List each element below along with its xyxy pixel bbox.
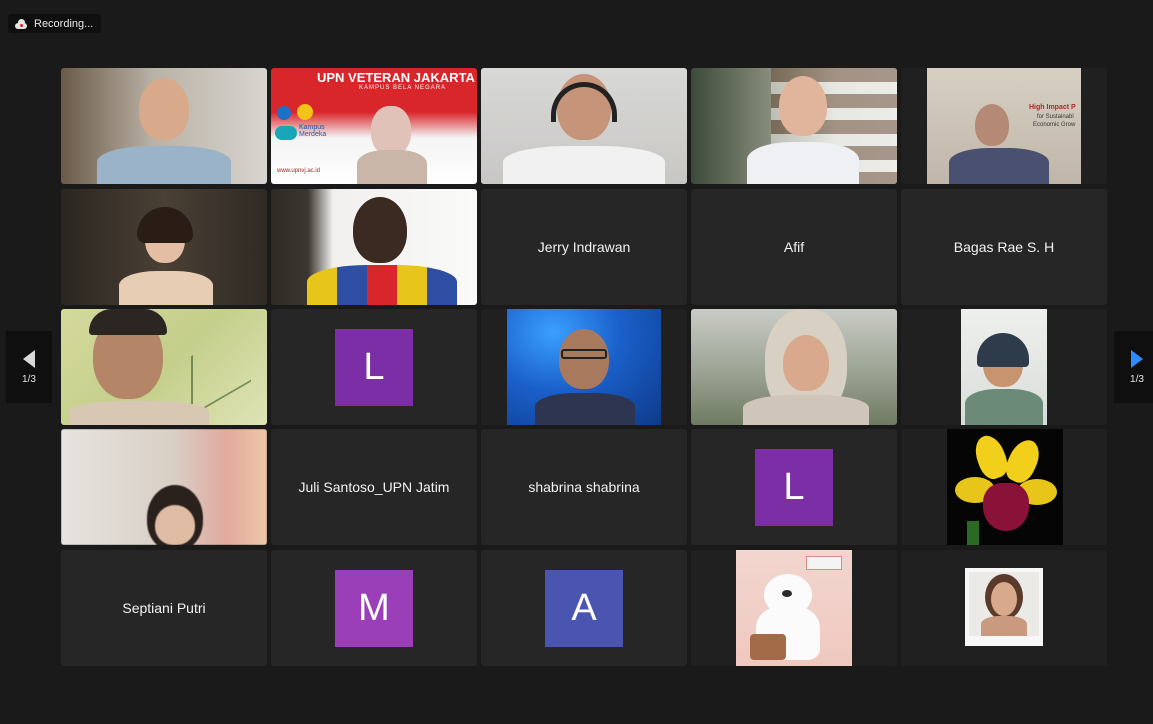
avatar: A xyxy=(545,569,623,647)
banner-title: UPN VETERAN JAKARTA xyxy=(317,70,475,85)
video-tile[interactable]: High Impact P for Sustainabl Economic Gr… xyxy=(901,68,1107,184)
participant-video xyxy=(507,309,661,425)
participant-tile[interactable]: shabrina shabrina xyxy=(481,429,687,545)
video-tile[interactable] xyxy=(901,550,1107,666)
participant-video xyxy=(271,189,477,305)
video-tile[interactable] xyxy=(691,550,897,666)
participant-name: Juli Santoso_UPN Jatim xyxy=(298,479,450,495)
slide-line-2: for Sustainabl xyxy=(1037,114,1074,120)
tut-wuri-logo xyxy=(277,106,291,120)
bear-nose xyxy=(782,590,792,597)
avatar: L xyxy=(755,448,833,526)
banner-subtitle: KAMPUS BELA NEGARA xyxy=(359,85,447,91)
participant-tile[interactable]: Afif xyxy=(691,189,897,305)
banner-url: www.upnvj.ac.id xyxy=(277,168,321,174)
participant-video xyxy=(481,68,687,184)
participant-name: Afif xyxy=(783,239,805,255)
participant-video-banner: UPN VETERAN JAKARTA KAMPUS BELA NEGARA K… xyxy=(271,68,477,184)
hair xyxy=(89,309,167,335)
chevron-right-icon xyxy=(1131,349,1143,368)
basket xyxy=(750,634,786,660)
meeting-stage: Recording... 1/3 1/3 UPN VETERAN JAKARTA… xyxy=(0,0,1153,724)
video-tile[interactable] xyxy=(61,68,267,184)
participant-video xyxy=(61,68,267,184)
hair xyxy=(137,207,193,243)
video-tile[interactable] xyxy=(271,189,477,305)
video-tile[interactable] xyxy=(901,309,1107,425)
participant-tile[interactable]: L xyxy=(691,429,897,545)
participant-photo xyxy=(965,568,1043,646)
participant-image-orchid xyxy=(947,429,1063,545)
participant-tile[interactable]: M xyxy=(271,550,477,666)
participant-tile[interactable]: Juli Santoso_UPN Jatim xyxy=(271,429,477,545)
tofu-sign xyxy=(806,556,842,570)
video-tile[interactable] xyxy=(61,429,267,545)
kampus-merdeka-label: Kampus Merdeka xyxy=(299,124,327,138)
participant-tile[interactable]: Septiani Putri xyxy=(61,550,267,666)
participant-video xyxy=(691,68,897,184)
participant-tile[interactable]: Bagas Rae S. H xyxy=(901,189,1107,305)
video-tile-active-speaker[interactable] xyxy=(481,68,687,184)
hood xyxy=(977,333,1029,367)
participant-image-bear xyxy=(736,550,852,666)
avatar: M xyxy=(335,569,413,647)
participant-name: Bagas Rae S. H xyxy=(953,239,1055,255)
participant-video xyxy=(691,309,897,425)
chevron-left-icon xyxy=(23,349,35,368)
blu-logo xyxy=(275,126,297,140)
video-tile[interactable] xyxy=(61,189,267,305)
video-tile[interactable] xyxy=(61,309,267,425)
page-indicator-left: 1/3 xyxy=(22,373,36,385)
slide-title: High Impact P xyxy=(1029,104,1076,111)
cloud-record-icon xyxy=(14,18,28,29)
participant-video xyxy=(61,429,267,545)
video-tile[interactable]: UPN VETERAN JAKARTA KAMPUS BELA NEGARA K… xyxy=(271,68,477,184)
next-page-button[interactable]: 1/3 xyxy=(1114,331,1153,403)
participant-name: shabrina shabrina xyxy=(528,479,640,495)
recording-label: Recording... xyxy=(34,17,94,30)
page-indicator-right: 1/3 xyxy=(1130,373,1144,385)
participant-tile[interactable]: L xyxy=(271,309,477,425)
avatar: L xyxy=(335,328,413,406)
video-tile[interactable] xyxy=(481,309,687,425)
participant-video-slide: High Impact P for Sustainabl Economic Gr… xyxy=(927,68,1081,184)
participant-tile[interactable]: A xyxy=(481,550,687,666)
previous-page-button[interactable]: 1/3 xyxy=(6,331,52,403)
participant-video xyxy=(61,189,267,305)
participant-tile[interactable]: Jerry Indrawan xyxy=(481,189,687,305)
participant-video xyxy=(961,309,1047,425)
video-tile[interactable] xyxy=(901,429,1107,545)
recording-indicator[interactable]: Recording... xyxy=(8,14,102,33)
video-tile[interactable] xyxy=(691,68,897,184)
slide-line-3: Economic Grow xyxy=(1033,122,1076,128)
video-tile[interactable] xyxy=(691,309,897,425)
university-logo xyxy=(297,104,313,120)
participant-video-slide xyxy=(61,309,267,425)
chart-arrow xyxy=(191,321,251,417)
glasses-icon xyxy=(561,349,607,359)
participant-name: Septiani Putri xyxy=(122,600,206,616)
participant-name: Jerry Indrawan xyxy=(537,239,631,255)
gallery-grid: UPN VETERAN JAKARTA KAMPUS BELA NEGARA K… xyxy=(61,68,1108,666)
